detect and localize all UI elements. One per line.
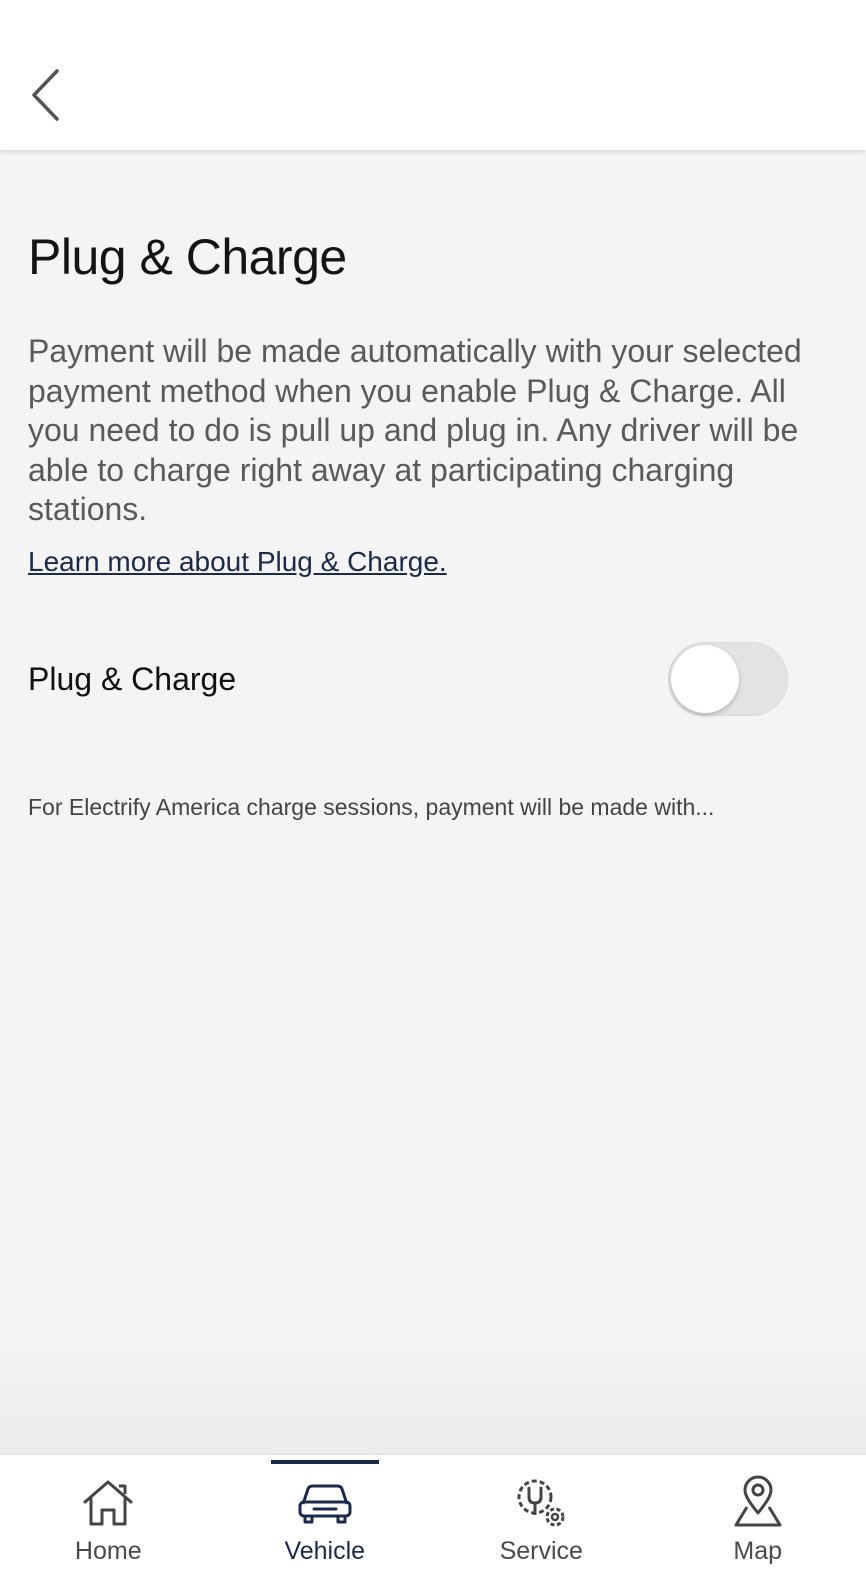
toggle-label: Plug & Charge (28, 660, 237, 697)
tab-label-map: Map (733, 1537, 783, 1565)
top-navigation-bar (0, 0, 866, 150)
footnote-text: For Electrify America charge sessions, p… (28, 794, 715, 820)
bottom-tab-bar: Home Vehicle Service Map (0, 1454, 866, 1576)
page-description: Payment will be made automatically with … (28, 333, 802, 528)
tab-home[interactable]: Home (0, 1455, 217, 1576)
car-icon (297, 1475, 353, 1531)
map-pin-icon (730, 1475, 786, 1531)
home-icon (80, 1475, 136, 1531)
page-title: Plug & Charge (28, 229, 347, 285)
active-tab-indicator (270, 1460, 379, 1464)
plug-and-charge-toggle[interactable] (668, 642, 788, 716)
tab-label-home: Home (74, 1537, 142, 1565)
tab-map[interactable]: Map (650, 1455, 866, 1576)
chevron-left-icon (32, 69, 59, 121)
tab-vehicle[interactable]: Vehicle (217, 1455, 434, 1576)
tab-label-service: Service (499, 1537, 583, 1565)
bottom-fade (0, 1330, 866, 1454)
back-button[interactable] (18, 62, 74, 128)
learn-more-link[interactable]: Learn more about Plug & Charge. (28, 546, 447, 578)
tab-service[interactable]: Service (433, 1455, 650, 1576)
plug-and-charge-setting-row: Plug & Charge (28, 636, 788, 722)
toggle-knob (671, 645, 739, 713)
app-screen: Plug & Charge Payment will be made autom… (0, 0, 866, 1576)
tab-label-vehicle: Vehicle (284, 1537, 366, 1565)
service-icon (513, 1475, 569, 1531)
